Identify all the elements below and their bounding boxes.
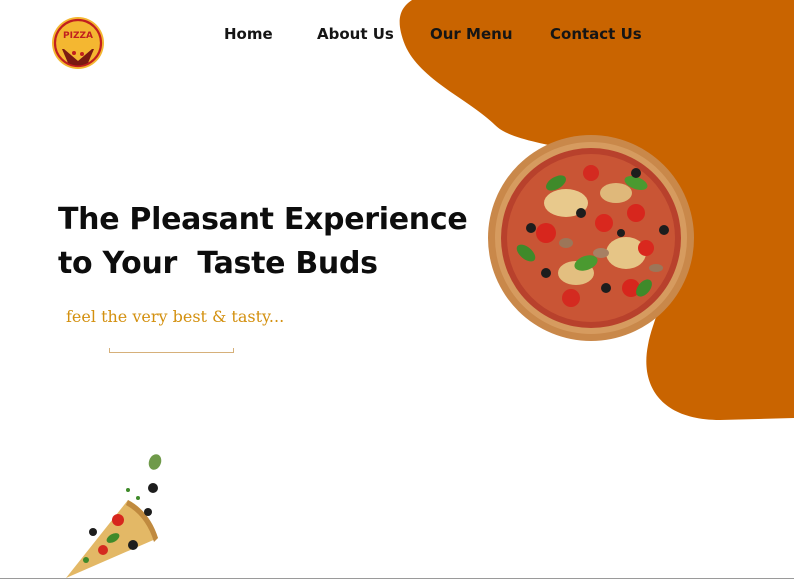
main-nav: Home About Us Our Menu Contact Us bbox=[0, 25, 794, 47]
nav-our-menu[interactable]: Our Menu bbox=[430, 25, 513, 43]
headline-line-1: The Pleasant Experience bbox=[58, 202, 468, 237]
nav-home[interactable]: Home bbox=[224, 25, 273, 43]
cta-button-outline[interactable] bbox=[109, 348, 234, 353]
nav-about-us[interactable]: About Us bbox=[317, 25, 394, 43]
page-bottom-divider bbox=[0, 578, 794, 579]
nav-contact-us[interactable]: Contact Us bbox=[550, 25, 642, 43]
hero-tagline: feel the very best & tasty... bbox=[66, 307, 285, 326]
whole-pizza-icon bbox=[488, 135, 694, 341]
headline-line-2: to Your Taste Buds bbox=[58, 246, 378, 281]
hero-headline: The Pleasant Experience to Your Taste Bu… bbox=[58, 198, 498, 286]
pizza-slice-icon bbox=[66, 454, 162, 578]
